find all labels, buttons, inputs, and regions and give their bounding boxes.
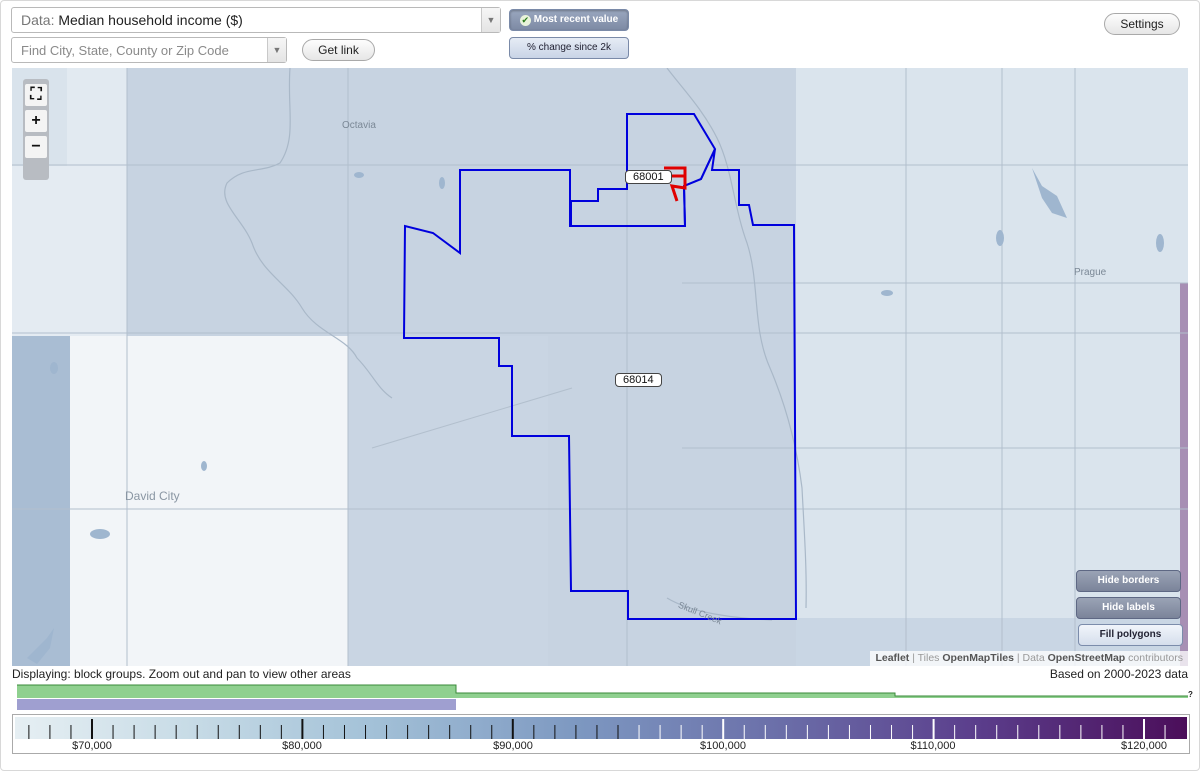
- openmaptiles-link[interactable]: OpenMapTiles: [942, 652, 1014, 664]
- legend-tick-label: $110,000: [910, 740, 956, 752]
- map-attribution: Leaflet | Tiles OpenMapTiles | Data Open…: [870, 651, 1188, 666]
- displaying-status: Displaying: block groups. Zoom out and p…: [12, 667, 351, 681]
- legend-tick-label: $70,000: [72, 740, 112, 752]
- attribution-contributors: contributors: [1125, 652, 1183, 664]
- search-input[interactable]: [12, 38, 262, 62]
- block-group[interactable]: [67, 68, 127, 166]
- check-icon: ✔: [519, 15, 531, 26]
- attribution-sep2: | Data: [1013, 652, 1048, 664]
- pct-change-button[interactable]: % change since 2k: [509, 37, 629, 59]
- block-group[interactable]: [1180, 283, 1188, 666]
- place-label-prague: Prague: [1074, 267, 1107, 278]
- color-legend: $70,000 $80,000 $90,000 $100,000 $110,00…: [12, 714, 1190, 754]
- data-select-prefix: Data:: [21, 12, 55, 28]
- data-select[interactable]: Data: Median household income ($) ▼: [11, 7, 501, 33]
- data-range-status: Based on 2000-2023 data: [1049, 667, 1188, 681]
- place-label-david-city: David City: [125, 489, 180, 503]
- most-recent-label: Most recent value: [533, 14, 619, 25]
- histogram-purple-series: [17, 699, 456, 710]
- get-link-button[interactable]: Get link: [302, 39, 375, 61]
- chevron-down-icon[interactable]: ▼: [267, 38, 286, 62]
- legend-tick-label: $120,000: [1121, 740, 1167, 752]
- fullscreen-icon[interactable]: ⛶: [25, 84, 47, 106]
- chevron-down-icon[interactable]: ▼: [481, 8, 500, 32]
- settings-button[interactable]: Settings: [1104, 13, 1180, 35]
- zip-label-68001[interactable]: 68001: [625, 170, 672, 184]
- map-canvas: [12, 68, 1188, 666]
- map[interactable]: ⛶ + − Octavia Prague David City Skull Cr…: [12, 68, 1188, 666]
- block-group[interactable]: [796, 68, 1188, 618]
- place-label-octavia: Octavia: [342, 120, 376, 131]
- block-group[interactable]: [12, 336, 70, 666]
- histogram-unknown-mark: ?: [1188, 690, 1193, 699]
- legend-tick-label: $80,000: [282, 740, 322, 752]
- openstreetmap-link[interactable]: OpenStreetMap: [1048, 652, 1126, 664]
- legend-tick-label: $90,000: [493, 740, 533, 752]
- block-group[interactable]: [348, 336, 548, 666]
- legend-tick-label: $100,000: [700, 740, 746, 752]
- zoom-in-button[interactable]: +: [25, 110, 47, 132]
- hide-labels-button[interactable]: Hide labels: [1076, 597, 1181, 619]
- zoom-out-button[interactable]: −: [25, 136, 47, 158]
- leaflet-link[interactable]: Leaflet: [875, 652, 909, 664]
- fill-polygons-button[interactable]: Fill polygons: [1078, 624, 1183, 646]
- zip-label-68014[interactable]: 68014: [615, 373, 662, 387]
- search-box[interactable]: ▼: [11, 37, 287, 63]
- histogram: [17, 684, 1188, 710]
- most-recent-value-button[interactable]: ✔ Most recent value: [509, 9, 629, 31]
- attribution-sep1: | Tiles: [909, 652, 943, 664]
- zoom-control: ⛶ + −: [23, 79, 49, 180]
- data-select-value: Median household income ($): [58, 12, 243, 28]
- hide-borders-button[interactable]: Hide borders: [1076, 570, 1181, 592]
- legend-ticks: [28, 719, 1166, 739]
- block-group[interactable]: [70, 336, 348, 666]
